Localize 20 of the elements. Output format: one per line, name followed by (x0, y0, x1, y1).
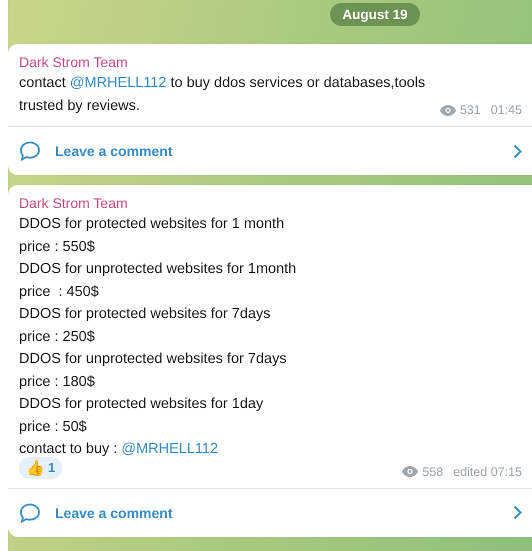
chevron-right-icon (513, 144, 522, 158)
author-name: Dark Strom Team (19, 195, 129, 211)
message-text: contact @MRHELL112 to buy ddos services or databases,tools trusted by reviews. (19, 74, 426, 116)
view-count: 531 (460, 103, 481, 117)
mention-link[interactable]: @MRHELL112 (70, 75, 166, 91)
eye-icon (402, 466, 418, 477)
reaction-chip[interactable]: 👍 1 (19, 456, 62, 478)
message-text: DDOS for protected websites for 1 month price : 550$ DDOS for unprotected websites for 1month price : 450$ DDOS for protected websites for 7days price : 250$ DDOS for unprotected websites for 7days price : 180$ DDOS for protected websites for 1day price : 50$ contact to buy : @MRHELL112 (19, 215, 298, 459)
comment-link[interactable]: Leave a comment (8, 126, 532, 175)
post-time: edited 07:15 (453, 464, 522, 478)
chevron-right-icon (513, 505, 522, 520)
mention-link[interactable]: @MRHELL112 (121, 441, 218, 457)
author-name: Dark Strom Team (19, 54, 129, 70)
eye-icon (440, 104, 456, 116)
speech-bubble-icon (19, 502, 41, 522)
post-time: 01:45 (490, 103, 522, 117)
speech-bubble-icon (19, 141, 41, 161)
date-badge: August 19 (330, 3, 420, 26)
comment-link[interactable]: Leave a comment (8, 488, 532, 536)
view-count: 558 (422, 464, 444, 478)
